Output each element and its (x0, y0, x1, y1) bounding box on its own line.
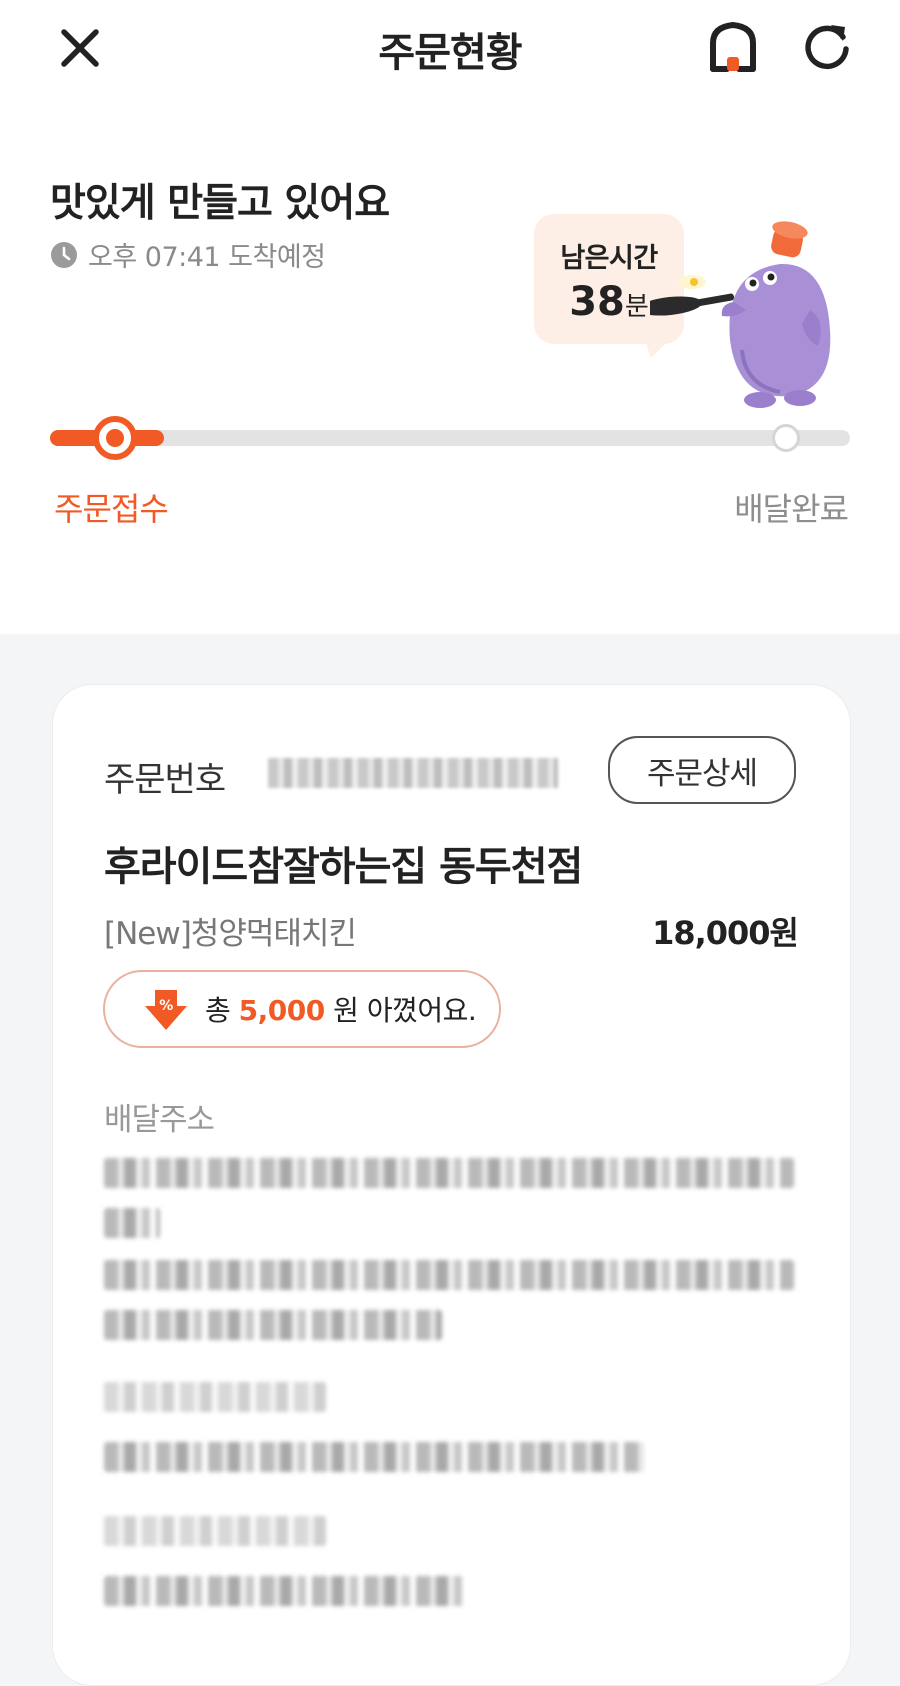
savings-suffix: 원 아꼈어요. (333, 994, 477, 1027)
delivery-progress-track (50, 430, 850, 446)
remaining-minutes: 38 (569, 279, 625, 325)
redacted-address-line (104, 1260, 794, 1290)
step-delivered: 배달완료 (734, 490, 849, 528)
remaining-unit: 분 (624, 292, 649, 322)
refresh-button[interactable] (796, 14, 858, 76)
savings-text: 총 5,000 원 아꼈어요. (205, 989, 477, 1029)
savings-badge: % 총 5,000 원 아꼈어요. (103, 970, 501, 1048)
discount-arrow-icon: % (145, 990, 187, 1030)
redacted-request-text (104, 1576, 466, 1606)
redacted-label (104, 1382, 326, 1412)
svg-text:%: % (159, 998, 173, 1014)
redacted-request-text (104, 1442, 644, 1472)
step-order-received: 주문접수 (54, 490, 169, 528)
address-label: 배달주소 (104, 1102, 215, 1138)
menu-item-price: 18,000원 (652, 914, 799, 952)
redacted-address-line (104, 1158, 794, 1188)
redacted-address-line (104, 1310, 442, 1340)
status-title: 맛있게 만들고 있어요 (50, 181, 390, 226)
menu-item-name: [New]청양먹태치킨 (104, 916, 357, 952)
savings-prefix: 총 (205, 994, 231, 1027)
savings-amount: 5,000 (238, 994, 326, 1027)
store-name: 후라이드참잘하는집 동두천점 (104, 844, 583, 890)
home-icon (710, 22, 756, 72)
cooking-mascot-illustration (650, 221, 831, 408)
clock-icon (51, 241, 77, 268)
redacted-address-line (104, 1208, 160, 1238)
redacted-label (104, 1516, 326, 1546)
eta-row: 오후 07:41 도착예정 (50, 235, 326, 274)
order-detail-button[interactable]: 주문상세 (608, 736, 796, 804)
current-step-marker (93, 416, 137, 460)
order-number-redacted (268, 758, 558, 788)
eta-text: 오후 07:41 도착예정 (88, 242, 326, 273)
home-button[interactable] (700, 14, 766, 80)
order-number-label: 주문번호 (104, 760, 226, 800)
current-step-dot (106, 429, 124, 447)
refresh-icon (805, 25, 849, 70)
final-step-marker (772, 424, 800, 452)
